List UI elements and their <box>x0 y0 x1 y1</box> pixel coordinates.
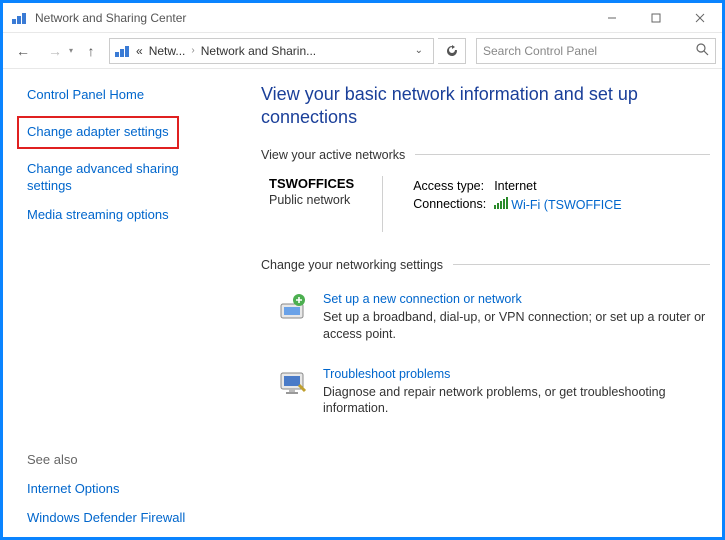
window-title: Network and Sharing Center <box>35 11 590 25</box>
search-icon[interactable] <box>695 42 709 59</box>
divider <box>415 154 710 155</box>
search-input[interactable] <box>483 44 689 58</box>
breadcrumb-prefix: « <box>136 44 143 58</box>
main-panel: View your basic network information and … <box>233 69 722 537</box>
breadcrumb-sep-icon: › <box>191 45 194 56</box>
highlighted-link: Change adapter settings <box>17 116 179 149</box>
breadcrumb-level1[interactable]: Netw... <box>149 44 186 58</box>
setup-connection-icon <box>277 292 309 324</box>
sidebar-link-internet-options[interactable]: Internet Options <box>27 481 223 498</box>
connection-link[interactable]: Wi-Fi (TSWOFFICE <box>511 198 621 212</box>
network-type: Public network <box>269 193 354 207</box>
close-button[interactable] <box>678 3 722 33</box>
refresh-button[interactable] <box>438 38 466 64</box>
troubleshoot-desc: Diagnose and repair network problems, or… <box>323 384 706 418</box>
sidebar-link-advanced[interactable]: Change advanced sharing settings <box>27 161 223 195</box>
up-button[interactable]: ↑ <box>77 37 105 65</box>
titlebar: Network and Sharing Center <box>3 3 722 33</box>
sidebar-link-adapter[interactable]: Change adapter settings <box>27 124 169 141</box>
breadcrumb-dropdown-icon[interactable]: ⌄ <box>409 45 429 56</box>
breadcrumb-level2[interactable]: Network and Sharin... <box>201 44 316 58</box>
nav-toolbar: ← → ▾ ↑ « Netw... › Network and Sharin..… <box>3 33 722 69</box>
wifi-signal-icon <box>494 197 508 209</box>
sidebar-link-streaming[interactable]: Media streaming options <box>27 207 223 224</box>
sidebar-link-home[interactable]: Control Panel Home <box>27 87 223 104</box>
breadcrumb-icon <box>114 43 130 59</box>
forward-button[interactable]: → <box>41 37 69 65</box>
settings-list: Set up a new connection or network Set u… <box>261 282 710 432</box>
active-network-row: TSWOFFICES Public network Access type: I… <box>261 176 710 232</box>
history-dropdown[interactable]: ▾ <box>69 46 73 55</box>
maximize-button[interactable] <box>634 3 678 33</box>
access-type-value: Internet <box>494 178 627 194</box>
search-box[interactable] <box>476 38 716 64</box>
setup-connection-item[interactable]: Set up a new connection or network Set u… <box>261 282 710 357</box>
back-button[interactable]: ← <box>9 37 37 65</box>
active-networks-label: View your active networks <box>261 148 710 162</box>
change-settings-label: Change your networking settings <box>261 258 710 272</box>
access-type-label: Access type: <box>413 178 492 194</box>
network-name: TSWOFFICES <box>269 176 354 191</box>
app-icon <box>11 10 27 26</box>
setup-connection-link[interactable]: Set up a new connection or network <box>323 292 522 306</box>
troubleshoot-link[interactable]: Troubleshoot problems <box>323 367 450 381</box>
vertical-divider <box>382 176 383 232</box>
troubleshoot-icon <box>277 367 309 399</box>
sidebar-link-firewall[interactable]: Windows Defender Firewall <box>27 510 223 527</box>
minimize-button[interactable] <box>590 3 634 33</box>
active-networks-text: View your active networks <box>261 148 405 162</box>
sidebar: Control Panel Home Change adapter settin… <box>3 69 233 537</box>
connections-label: Connections: <box>413 196 492 213</box>
breadcrumb[interactable]: « Netw... › Network and Sharin... ⌄ <box>109 38 434 64</box>
change-settings-text: Change your networking settings <box>261 258 443 272</box>
page-heading: View your basic network information and … <box>261 83 710 130</box>
setup-connection-desc: Set up a broadband, dial-up, or VPN conn… <box>323 309 706 343</box>
content-area: Control Panel Home Change adapter settin… <box>3 69 722 537</box>
divider <box>453 264 710 265</box>
see-also-label: See also <box>27 452 223 467</box>
troubleshoot-item[interactable]: Troubleshoot problems Diagnose and repai… <box>261 357 710 432</box>
